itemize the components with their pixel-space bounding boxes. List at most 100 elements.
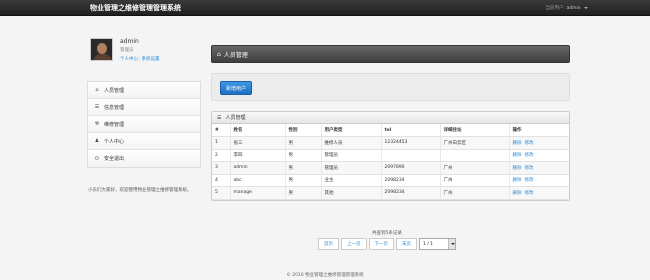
cell-index: 4 [212,174,231,187]
cell-name: abc [230,174,286,187]
column-header: 操作 [509,124,569,137]
top-navbar: 物业管理之维修管理管理系统 当前用户: admin [0,0,650,16]
profile-links: 个人中心|系统设置 [120,57,160,62]
user-prefix: 当前用户: [545,6,566,11]
table-row: 3 admin 男 管理员 2097890 广州 删除 修改 [212,161,569,175]
personal-center-link[interactable]: 个人中心 [120,57,138,62]
add-user-button[interactable]: 新增用户 [220,81,253,95]
chevron-down-icon [584,6,588,9]
cell-actions: 删除 修改 [509,149,569,162]
profile-name: admin [120,38,139,45]
sidebar-item-repair[interactable]: ⚒ 维修管理 [88,116,200,133]
delete-link[interactable]: 删除 [513,141,522,146]
column-header: # [212,124,231,137]
sidebar: ⌂ 人员管理 ☰ 信息管理 ⚒ 维修管理 ♟ 个人中心 ⏻ 安全退出 [87,81,201,168]
column-header: 姓名 [230,124,286,137]
next-page-button[interactable]: 下一页 [368,238,394,250]
cell-tel: 2098234 [381,174,441,187]
sidebar-item-logout[interactable]: ⏻ 安全退出 [88,150,200,167]
cell-index: 2 [212,149,231,162]
cell-actions: 删除 修改 [509,161,569,175]
page-title-bar: ⌂ 人员管理 [211,45,570,63]
last-page-button[interactable]: 末页 [396,238,417,250]
cell-address: 广州白云区 [440,136,510,150]
table-row: 5 manage 男 其他 2098234 广州 删除 修改 [212,186,569,200]
cell-name: 李四 [230,149,286,162]
cell-gender: 男 [285,161,322,175]
record-count: 共查到5条记录 [372,231,402,236]
sidebar-item-info[interactable]: ☰ 信息管理 [88,99,200,116]
sidebar-item-label: 个人中心 [104,138,125,145]
edit-link[interactable]: 修改 [525,191,534,196]
cell-address: 广州 [440,174,510,187]
delete-link[interactable]: 删除 [513,178,522,183]
welcome-text: 小东们大家好，欢迎使用物业管理之维修管理系统。 [88,188,192,193]
cell-user-type: 管理员 [321,149,382,162]
panel-header: ☰ 人员管理 [212,112,569,124]
page-title: 人员管理 [223,51,248,59]
main-content: ⌂ 人员管理 新增用户 ☰ 人员管理 # 姓名 性别 用户类型 tel 详细住址… [211,45,570,201]
cell-tel [381,149,441,162]
cell-address: 广州 [440,186,510,200]
user-icon: ♟ [94,138,100,144]
sidebar-item-label: 信息管理 [104,104,125,111]
cell-user-type: 业主 [321,174,382,187]
cell-actions: 删除 修改 [509,136,569,150]
cell-gender: 男 [285,186,322,200]
cell-index: 1 [212,136,231,150]
cell-name: 张三 [230,136,286,150]
table-row: 4 abc 男 业主 2098234 广州 删除 修改 [212,174,569,187]
sidebar-item-profile[interactable]: ♟ 个人中心 [88,133,200,150]
delete-link[interactable]: 删除 [513,191,522,196]
cell-tel: 12324453 [381,136,441,150]
cell-user-type: 管理员 [321,161,382,175]
cell-address [440,149,510,162]
profile-role: 管理员 [120,48,134,53]
system-settings-link[interactable]: 系统设置 [142,57,160,62]
page-select[interactable]: 1 / 1 [419,238,456,250]
cell-index: 3 [212,161,231,175]
sidebar-item-label: 安全退出 [104,156,125,162]
edit-link[interactable]: 修改 [525,178,534,183]
edit-link[interactable]: 修改 [525,166,534,171]
column-header: 性别 [285,124,322,137]
table-header-row: # 姓名 性别 用户类型 tel 详细住址 操作 [212,124,569,137]
cell-gender: 男 [285,149,322,162]
sidebar-item-personnel[interactable]: ⌂ 人员管理 [88,82,200,99]
table-row: 1 张三 男 维修人员 12324453 广州白云区 删除 修改 [212,136,569,150]
column-header: tel [381,124,441,137]
home-icon: ⌂ [217,50,221,58]
prev-page-button[interactable]: 上一页 [341,238,367,250]
delete-link[interactable]: 删除 [513,153,522,158]
cell-gender: 男 [285,136,322,150]
cell-tel: 2098234 [381,186,441,200]
wrench-icon: ⚒ [94,121,100,127]
cell-user-type: 其他 [321,186,382,200]
cell-actions: 删除 修改 [509,186,569,200]
cell-gender: 男 [285,174,322,187]
column-header: 详细住址 [440,124,510,137]
table-row: 2 李四 男 管理员 删除 修改 [212,149,569,162]
power-icon: ⏻ [95,155,99,162]
list-icon: ☰ [217,114,222,121]
edit-link[interactable]: 修改 [525,153,534,158]
cell-address: 广州 [440,161,510,175]
cell-tel: 2097890 [381,161,441,175]
edit-link[interactable]: 修改 [525,141,534,146]
avatar [90,38,113,61]
personnel-panel: ☰ 人员管理 # 姓名 性别 用户类型 tel 详细住址 操作 1 张三 男 维… [211,111,570,201]
cell-index: 5 [212,186,231,200]
user-menu[interactable]: 当前用户: admin [545,5,588,11]
footer-copyright: © 2016 物业管理之维修管理管理系统 [286,273,364,278]
sidebar-item-label: 人员管理 [104,87,125,94]
user-name: admin [566,6,581,11]
pagination: 首页 上一页 下一页 末页 1 / 1 [318,238,456,250]
panel-title: 人员管理 [225,115,246,121]
first-page-button[interactable]: 首页 [318,238,339,250]
cell-user-type: 维修人员 [321,136,382,150]
delete-link[interactable]: 删除 [513,166,522,171]
column-header: 用户类型 [321,124,382,137]
action-bar: 新增用户 [211,73,570,101]
chevron-down-icon [448,239,455,249]
home-icon: ⌂ [95,87,99,93]
